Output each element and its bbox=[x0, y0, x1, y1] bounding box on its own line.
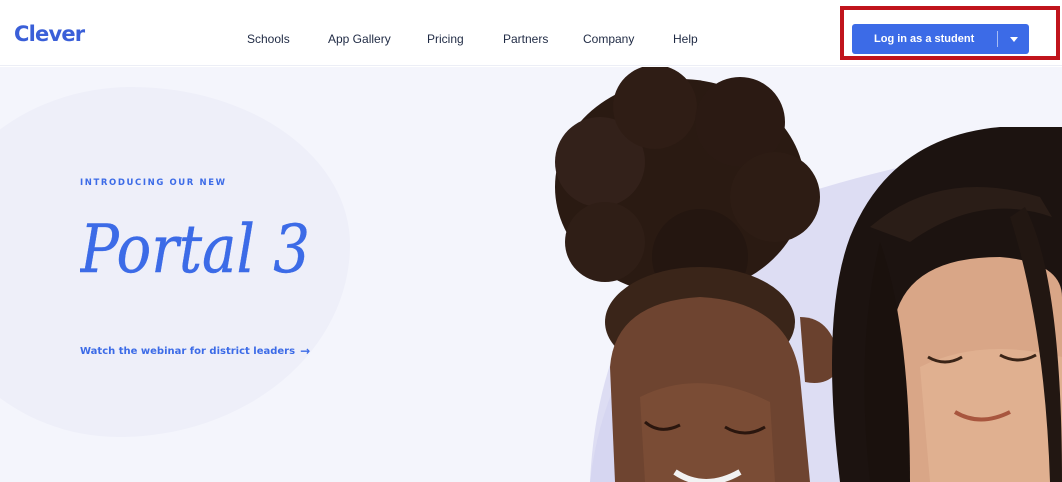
nav-link-schools[interactable]: Schools bbox=[247, 32, 290, 46]
nav-link-company[interactable]: Company bbox=[583, 32, 634, 46]
clever-logo[interactable]: Clever bbox=[14, 22, 85, 46]
nav-link-help[interactable]: Help bbox=[673, 32, 698, 46]
login-dropdown-toggle[interactable] bbox=[998, 24, 1029, 54]
top-navigation-bar: Clever Schools App Gallery Pricing Partn… bbox=[0, 0, 1062, 66]
login-as-student-button[interactable]: Log in as a student bbox=[852, 24, 1029, 54]
nav-link-partners[interactable]: Partners bbox=[503, 32, 548, 46]
arrow-right-icon: → bbox=[300, 344, 311, 358]
caret-down-icon bbox=[1009, 36, 1018, 42]
nav-link-app-gallery[interactable]: App Gallery bbox=[328, 32, 391, 46]
webinar-link-label: Watch the webinar for district leaders bbox=[80, 345, 296, 357]
hero-title: Portal 3 bbox=[80, 211, 310, 288]
nav-link-pricing[interactable]: Pricing bbox=[427, 32, 464, 46]
hero-photo-students bbox=[555, 67, 1062, 482]
login-button-label: Log in as a student bbox=[874, 33, 975, 45]
hero-kicker: INTRODUCING OUR NEW bbox=[80, 178, 227, 188]
hero-title-text: Portal 3 bbox=[80, 211, 310, 288]
hero-section: INTRODUCING OUR NEW Portal 3 Watch the w… bbox=[0, 67, 1062, 482]
webinar-link[interactable]: Watch the webinar for district leaders → bbox=[80, 344, 310, 358]
